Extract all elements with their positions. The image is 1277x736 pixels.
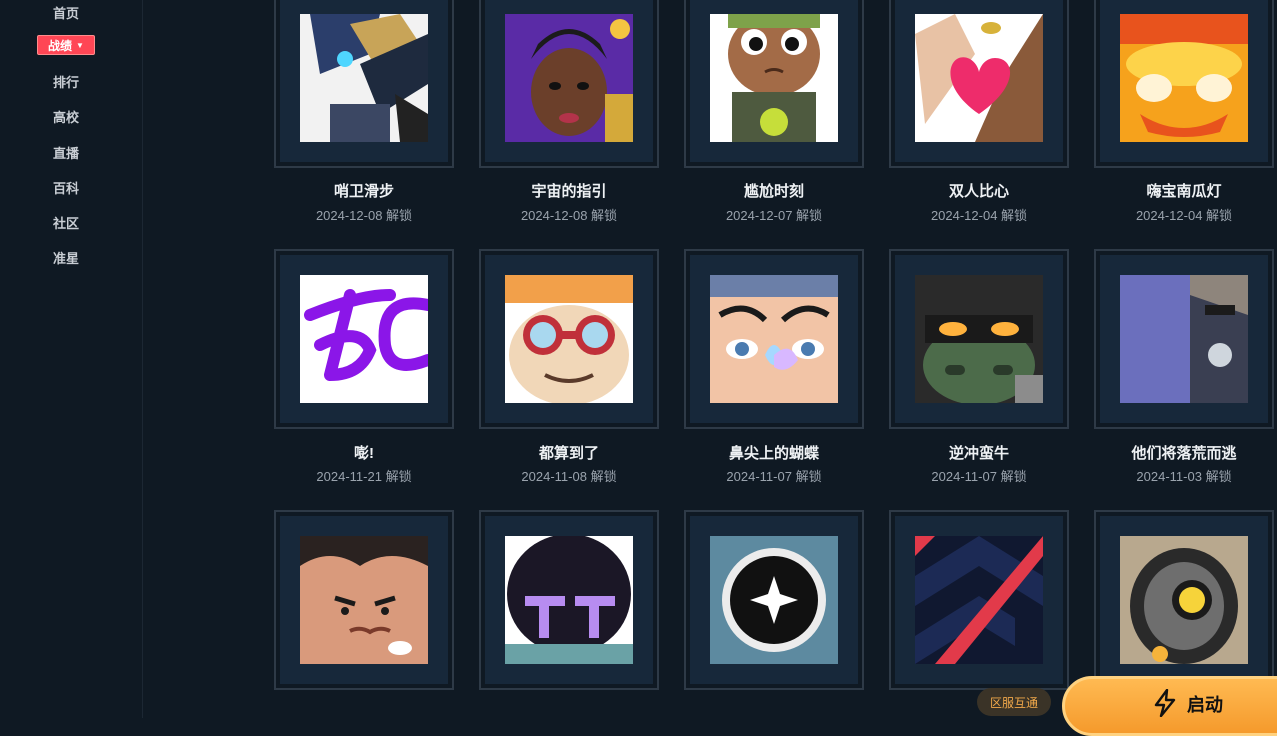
sidebar-item-home[interactable]: 首页 — [0, 3, 132, 22]
spray-card[interactable] — [684, 0, 864, 168]
goggles-face-icon — [505, 275, 633, 403]
launch-label: 启动 — [1187, 695, 1223, 715]
spray-card[interactable] — [479, 249, 659, 429]
spray-card[interactable] — [889, 510, 1069, 690]
sidebar: 首页 战绩 ▼ 排行 高校 直播 百科 社区 准星 — [0, 0, 143, 718]
spray-title: 嘭! — [354, 445, 374, 462]
pumpkin-lantern-icon — [1120, 14, 1248, 142]
lightning-icon — [1153, 688, 1177, 722]
spray-card[interactable] — [889, 249, 1069, 429]
unlock-date: 2024-12-07 解锁 — [725, 208, 823, 223]
spray-title: 宇宙的指引 — [531, 183, 607, 200]
unlock-date: 2024-12-08 解锁 — [520, 208, 618, 223]
caret-down-icon: ▼ — [76, 40, 84, 50]
spray-card[interactable] — [274, 510, 454, 690]
spray-card[interactable] — [479, 0, 659, 168]
sidebar-item-record[interactable]: 战绩 ▼ — [37, 35, 95, 55]
spray-title: 双人比心 — [948, 183, 1009, 200]
sidebar-item-label: 战绩 — [48, 38, 73, 53]
sidebar-item-wiki[interactable]: 百科 — [0, 178, 132, 197]
spray-card[interactable] — [889, 0, 1069, 168]
spray-card[interactable] — [274, 0, 454, 168]
spray-card[interactable] — [684, 510, 864, 690]
red-chevron-icon — [915, 536, 1043, 664]
spray-title: 逆冲蛮牛 — [948, 445, 1009, 462]
unlock-date: 2024-11-07 解锁 — [726, 469, 822, 484]
region-crossplay-badge: 区服互通 — [977, 688, 1051, 716]
unlock-date: 2024-11-03 解锁 — [1136, 469, 1232, 484]
sidebar-item-crosshair[interactable]: 准星 — [0, 248, 132, 267]
unlock-date: 2024-12-08 解锁 — [315, 208, 413, 223]
unlock-date: 2024-11-08 解锁 — [521, 469, 617, 484]
awkward-kid-icon — [710, 14, 838, 142]
unlock-date: 2024-11-07 解锁 — [931, 469, 1027, 484]
launch-button[interactable]: 启动 — [1062, 676, 1277, 736]
unlock-date: 2024-11-21 解锁 — [316, 469, 412, 484]
sparkle-orb-icon — [710, 536, 838, 664]
heart-hands-icon — [915, 14, 1043, 142]
spray-card[interactable] — [1094, 249, 1274, 429]
spray-card[interactable] — [274, 249, 454, 429]
spray-card[interactable] — [684, 249, 864, 429]
sentinel-robot-icon — [300, 14, 428, 142]
spray-card[interactable] — [1094, 510, 1274, 690]
unlock-date: 2024-12-04 解锁 — [1135, 208, 1233, 223]
unlock-date: 2024-12-04 解锁 — [930, 208, 1028, 223]
purple-graffiti-icon — [300, 275, 428, 403]
dark-helmet-icon — [505, 536, 633, 664]
astra-portrait-icon — [505, 14, 633, 142]
sidebar-item-live[interactable]: 直播 — [0, 143, 132, 162]
spray-title: 哨卫滑步 — [333, 183, 394, 200]
purple-robot-icon — [1120, 275, 1248, 403]
butterfly-nose-icon — [710, 275, 838, 403]
spray-card[interactable] — [479, 510, 659, 690]
spray-title: 都算到了 — [538, 445, 599, 462]
sidebar-item-community[interactable]: 社区 — [0, 213, 132, 232]
spray-card[interactable] — [1094, 0, 1274, 168]
masked-bull-icon — [915, 275, 1043, 403]
sidebar-item-ranking[interactable]: 排行 — [0, 72, 132, 91]
sidebar-item-college[interactable]: 高校 — [0, 107, 132, 126]
grumpy-face-icon — [300, 536, 428, 664]
spray-title: 嗨宝南瓜灯 — [1146, 183, 1222, 200]
spray-title: 鼻尖上的蝴蝶 — [728, 445, 819, 462]
spray-title: 他们将落荒而逃 — [1131, 445, 1237, 462]
camera-eye-icon — [1120, 536, 1248, 664]
spray-title: 尴尬时刻 — [743, 183, 804, 200]
